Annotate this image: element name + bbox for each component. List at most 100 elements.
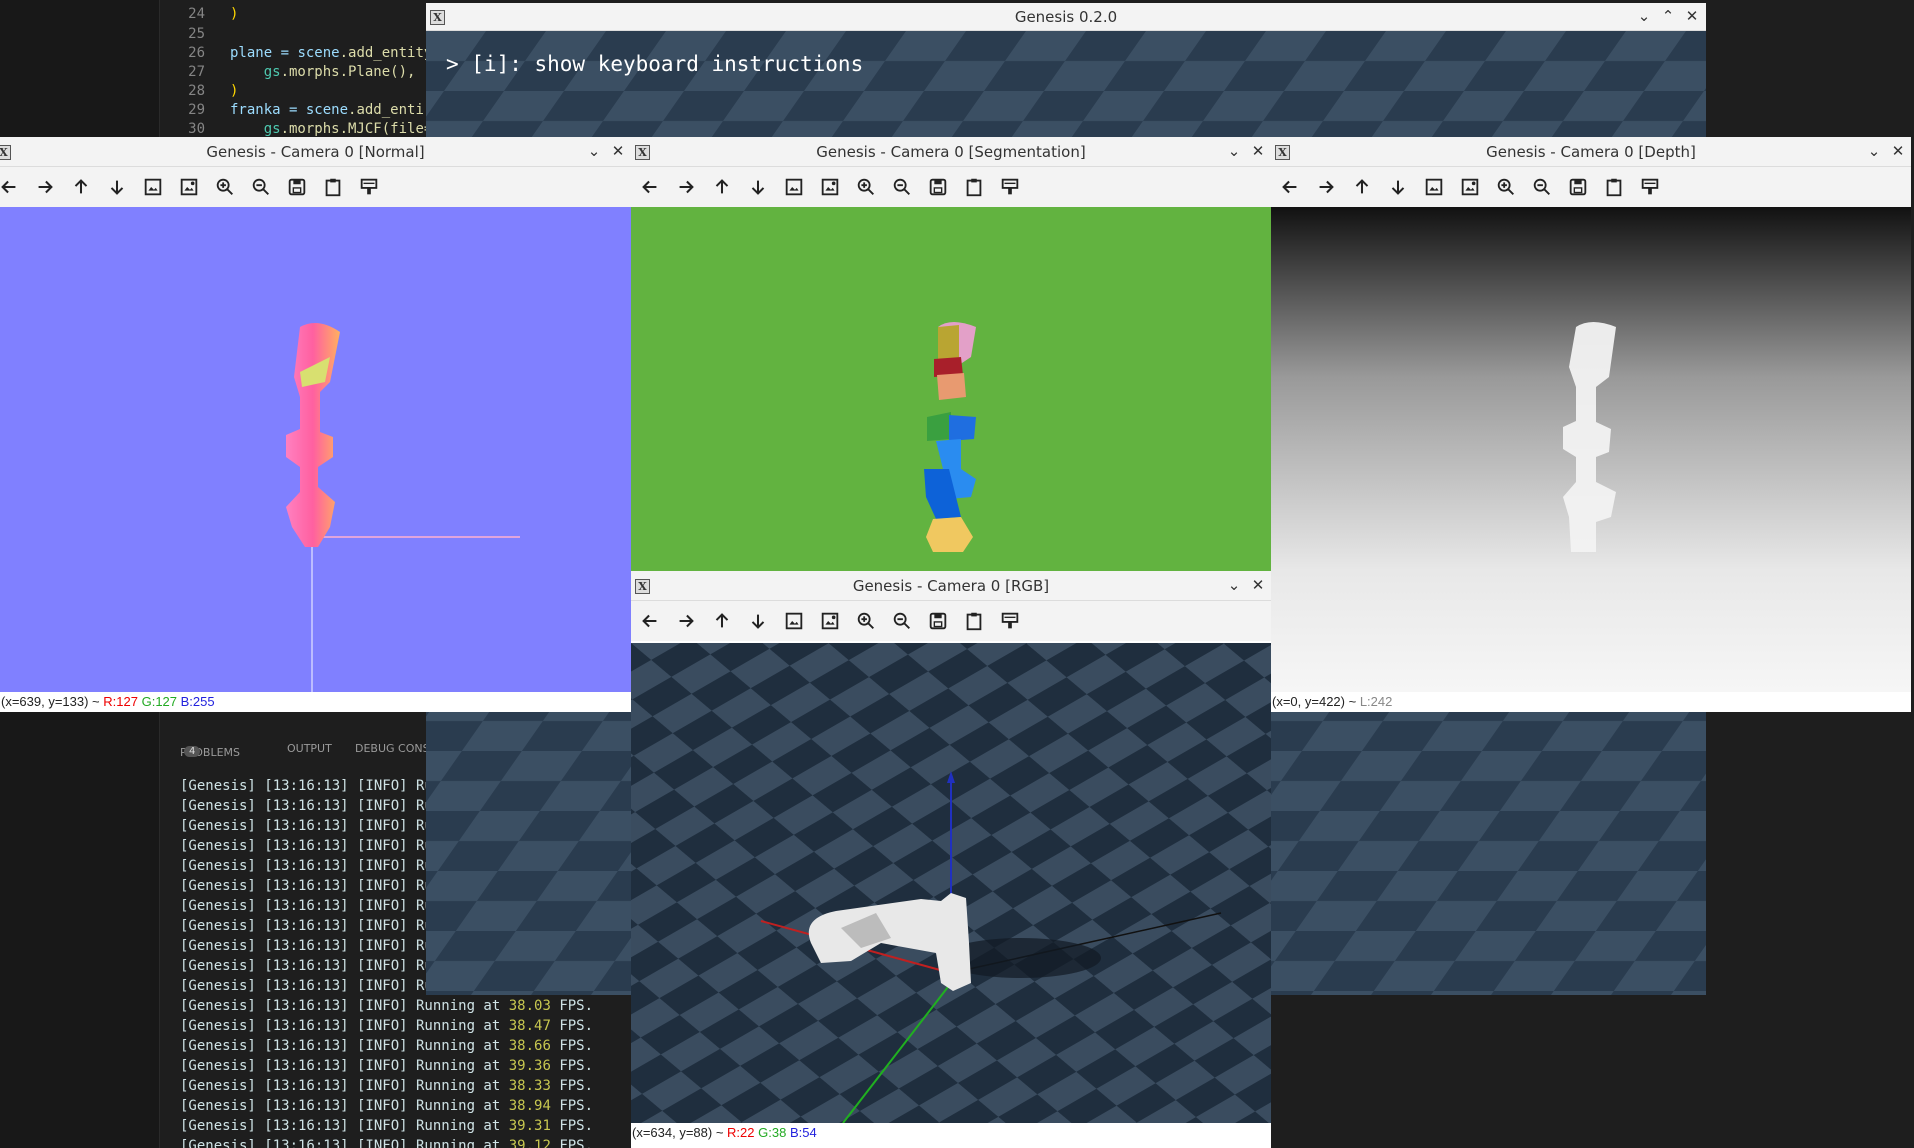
depth-canvas[interactable] [1271,207,1911,692]
image-button[interactable] [140,174,166,200]
clipboard-button[interactable] [961,174,987,200]
up-arrow-button[interactable] [1349,174,1375,200]
log-line: [Genesis] [13:16:13] [INFO] Running at 3… [180,1078,594,1094]
forward-arrow-button[interactable] [673,174,699,200]
clipboard-icon [1606,178,1622,197]
save-button[interactable] [284,174,310,200]
back-arrow-button[interactable] [0,174,22,200]
image-button[interactable] [781,608,807,634]
forward-arrow-button[interactable] [1313,174,1339,200]
save-button[interactable] [925,174,951,200]
zoom-out-button[interactable] [1529,174,1555,200]
down-arrow-button[interactable] [745,174,771,200]
log-line: [Genesis] [13:16:13] [INFO] Run [180,838,442,854]
image-edit-button[interactable] [1457,174,1483,200]
minimize-button[interactable]: ⌄ [585,142,603,160]
log-line: [Genesis] [13:16:13] [INFO] Run [180,818,442,834]
image-edit-button[interactable] [817,174,843,200]
normal-titlebar[interactable]: X Genesis - Camera 0 [Normal] ⌄ ✕ [0,137,631,167]
clipboard-button[interactable] [961,608,987,634]
forward-arrow-button[interactable] [32,174,58,200]
down-arrow-button[interactable] [104,174,130,200]
log-line: [Genesis] [13:16:13] [INFO] Running at 3… [180,1058,594,1074]
back-arrow-icon [1,180,16,194]
line-number: 29 [188,102,205,118]
rgb-canvas[interactable] [631,643,1271,1123]
settings-button[interactable] [997,174,1023,200]
zoom-out-button[interactable] [889,608,915,634]
close-button[interactable]: ✕ [1249,576,1267,594]
up-arrow-button[interactable] [709,608,735,634]
camera-normal-window[interactable]: X Genesis - Camera 0 [Normal] ⌄ ✕ (x=639… [0,137,631,712]
image-edit-button[interactable] [176,174,202,200]
image-button[interactable] [781,174,807,200]
save-button[interactable] [925,608,951,634]
minimize-button[interactable]: ⌄ [1225,576,1243,594]
down-arrow-icon [110,180,124,195]
close-button[interactable]: ✕ [1683,7,1701,25]
line-number: 28 [188,83,205,99]
close-button[interactable]: ✕ [609,142,627,160]
minimize-button[interactable]: ⌄ [1225,142,1243,160]
zoom-in-button[interactable] [853,174,879,200]
minimize-button[interactable]: ⌄ [1865,142,1883,160]
camera-rgb-window[interactable]: X Genesis - Camera 0 [RGB] ⌄ ✕ (x=634, y… [631,571,1271,1148]
rgb-statusbar: (x=634, y=88) ~ R:22 G:38 B:54 [631,1123,1271,1148]
camera-segmentation-window[interactable]: X Genesis - Camera 0 [Segmentation] ⌄ ✕ [631,137,1271,572]
settings-button[interactable] [356,174,382,200]
line-number: 26 [188,45,205,61]
zoom-in-button[interactable] [1493,174,1519,200]
rgb-title: Genesis - Camera 0 [RGB] [852,577,1050,595]
zoom-out-button[interactable] [248,174,274,200]
settings-button[interactable] [1637,174,1663,200]
segmentation-canvas[interactable] [631,207,1271,572]
zoom-out-icon [893,612,910,629]
viewer-titlebar[interactable]: X Genesis 0.2.0 ⌄ ⌃ ✕ [426,3,1706,31]
maximize-button[interactable]: ⌃ [1659,7,1677,25]
zoom-in-icon [216,178,233,195]
rgb-titlebar[interactable]: X Genesis - Camera 0 [RGB] ⌄ ✕ [631,571,1271,601]
up-arrow-button[interactable] [68,174,94,200]
close-button[interactable]: ✕ [1249,142,1267,160]
zoom-in-button[interactable] [853,608,879,634]
back-arrow-button[interactable] [637,174,663,200]
down-arrow-button[interactable] [1385,174,1411,200]
back-arrow-button[interactable] [637,608,663,634]
close-button[interactable]: ✕ [1889,142,1907,160]
log-line: [Genesis] [13:16:13] [INFO] Run [180,878,442,894]
camera-depth-window[interactable]: X Genesis - Camera 0 [Depth] ⌄ ✕ (x=0, y… [1271,137,1911,712]
image-edit-icon [1461,178,1479,196]
zoom-in-button[interactable] [212,174,238,200]
line-number: 27 [188,64,205,80]
clipboard-button[interactable] [1601,174,1627,200]
settings-button[interactable] [997,608,1023,634]
forward-arrow-icon [38,180,53,194]
image-icon [785,612,803,630]
up-arrow-icon [1355,179,1369,194]
back-arrow-button[interactable] [1277,174,1303,200]
save-button[interactable] [1565,174,1591,200]
down-arrow-icon [751,180,765,195]
image-edit-button[interactable] [817,608,843,634]
code-line: ) [230,83,239,99]
normal-canvas[interactable] [0,207,631,692]
zoom-out-button[interactable] [889,174,915,200]
seg-title: Genesis - Camera 0 [Segmentation] [816,143,1086,161]
up-arrow-button[interactable] [709,174,735,200]
image-edit-icon [821,612,839,630]
image-button[interactable] [1421,174,1447,200]
back-arrow-icon [1282,180,1297,194]
minimize-button[interactable]: ⌄ [1635,7,1653,25]
depth-titlebar[interactable]: X Genesis - Camera 0 [Depth] ⌄ ✕ [1271,137,1911,167]
down-arrow-button[interactable] [745,608,771,634]
keyboard-hint: > [i]: show keyboard instructions [446,52,864,76]
tab-output[interactable]: OUTPUT [287,742,332,755]
settings-icon [1641,178,1659,195]
image-icon [785,178,803,196]
clipboard-button[interactable] [320,174,346,200]
log-line: [Genesis] [13:16:13] [INFO] Run [180,958,442,974]
tab-debug-console[interactable]: DEBUG CONS [355,742,430,755]
forward-arrow-button[interactable] [673,608,699,634]
up-arrow-icon [74,179,88,194]
seg-titlebar[interactable]: X Genesis - Camera 0 [Segmentation] ⌄ ✕ [631,137,1271,167]
